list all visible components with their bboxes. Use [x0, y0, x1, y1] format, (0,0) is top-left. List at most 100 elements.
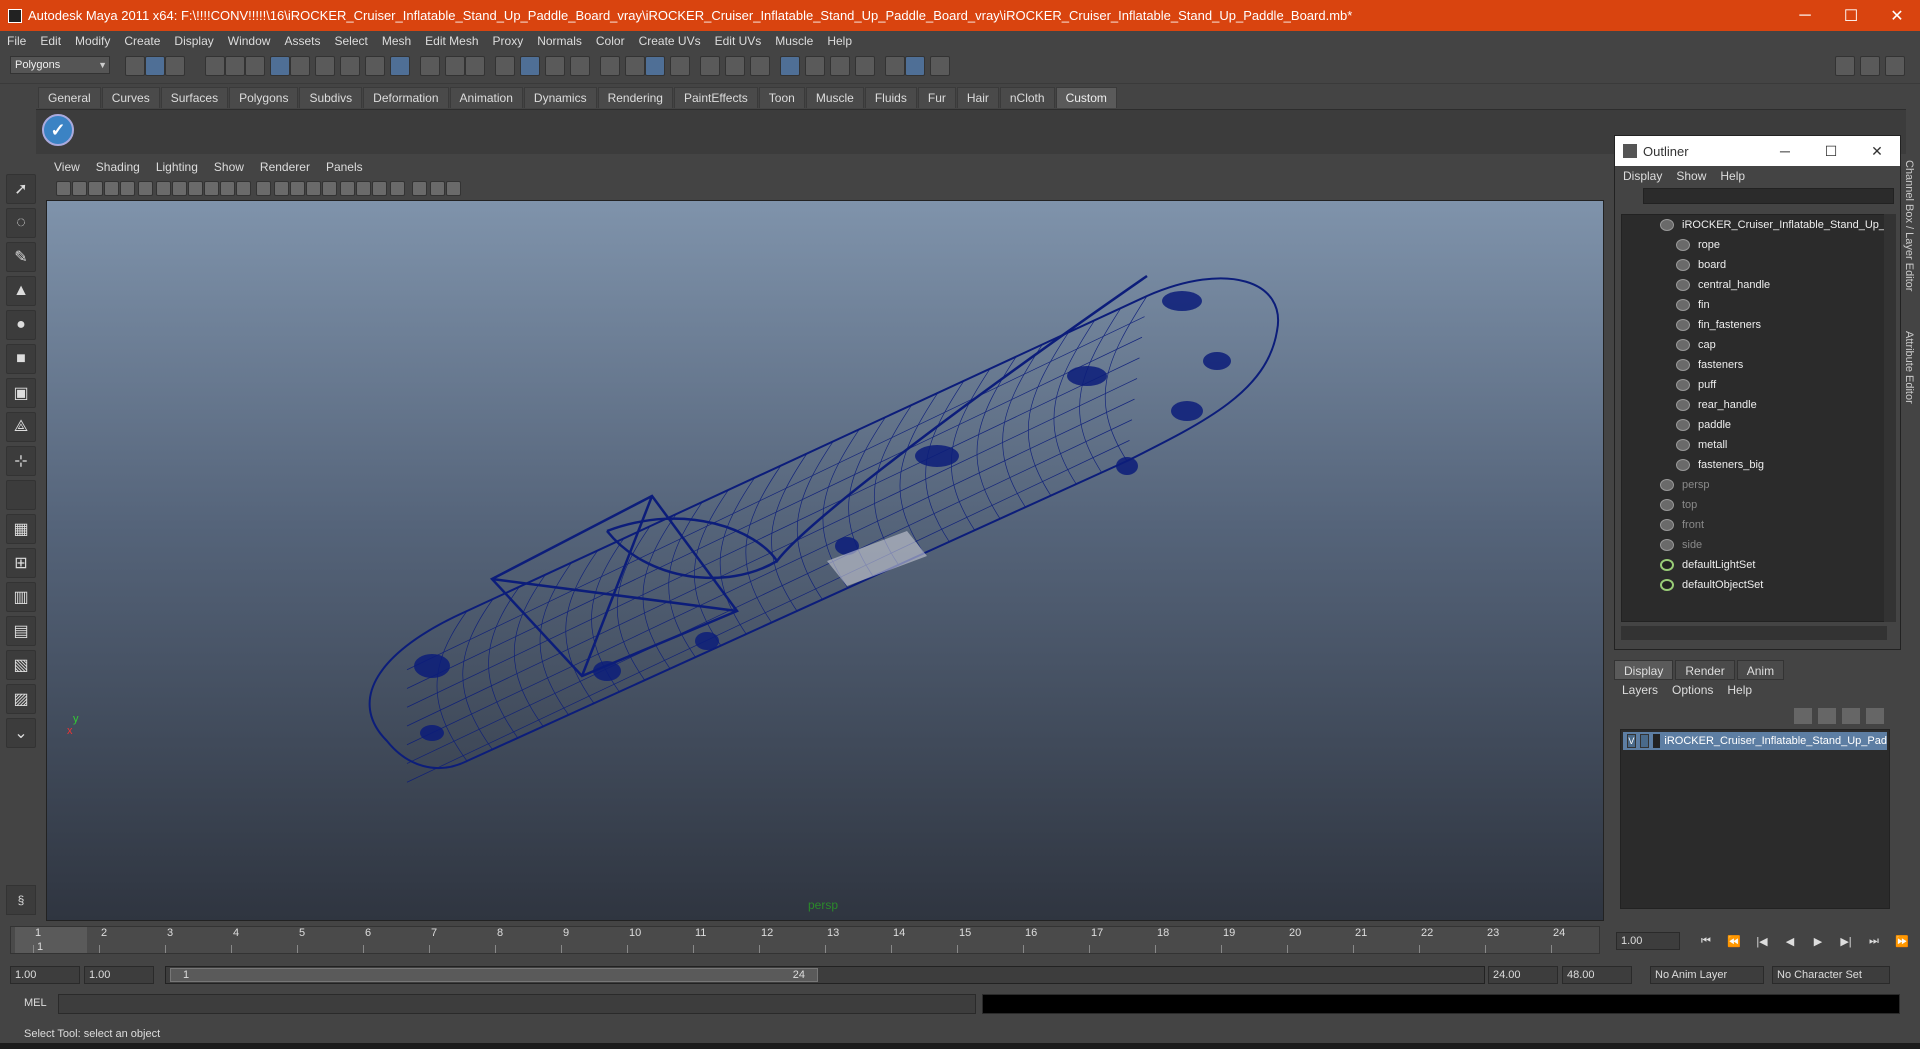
mel-label[interactable]: MEL: [24, 997, 47, 1009]
outliner-set-defaultlightset[interactable]: defaultLightSet: [1622, 555, 1886, 575]
status-line-tool-7-icon[interactable]: [270, 56, 290, 76]
go-to-end-button[interactable]: ⏩: [1892, 935, 1912, 951]
menu-normals[interactable]: Normals: [530, 34, 589, 48]
outliner-node-fasteners-big[interactable]: fasteners_big: [1622, 455, 1886, 475]
shelf-tab-subdivs[interactable]: Subdivs: [299, 87, 363, 108]
step-forward-key-button[interactable]: ⏭: [1864, 935, 1884, 951]
outliner-menu-show[interactable]: Show: [1676, 169, 1720, 183]
panel-menu-lighting[interactable]: Lighting: [148, 160, 206, 178]
outliner-vertical-scrollbar[interactable]: [1884, 214, 1896, 622]
panel-tool-3-icon[interactable]: [88, 181, 103, 196]
panel-tool-4-icon[interactable]: [104, 181, 119, 196]
outliner-search-input[interactable]: [1643, 188, 1894, 204]
panel-tool-7-icon[interactable]: [156, 181, 171, 196]
outliner-camera-persp[interactable]: persp: [1622, 475, 1886, 495]
status-line-tool-26-icon[interactable]: [750, 56, 770, 76]
show-manipulator-icon[interactable]: ⊹: [6, 446, 36, 476]
status-line-tool-27-icon[interactable]: [780, 56, 800, 76]
menu-edit[interactable]: Edit: [33, 34, 68, 48]
scale-tool-icon[interactable]: ■: [6, 344, 36, 374]
status-line-tool-29-icon[interactable]: [830, 56, 850, 76]
play-backwards-button[interactable]: ◀: [1780, 935, 1800, 951]
panel-tool-11-icon[interactable]: [220, 181, 235, 196]
move-tool-icon[interactable]: ▲: [6, 276, 36, 306]
outliner-node-puff[interactable]: puff: [1622, 375, 1886, 395]
persp-graph-layout-icon[interactable]: ▤: [6, 616, 36, 646]
status-line-tool-1-icon[interactable]: [125, 56, 145, 76]
status-line-tool-28-icon[interactable]: [805, 56, 825, 76]
perspective-viewport[interactable]: y x: [46, 200, 1604, 921]
outliner-maximize-button[interactable]: ☐: [1808, 143, 1854, 160]
panel-tool-12-icon[interactable]: [236, 181, 251, 196]
custom-shelf-check-button[interactable]: ✓: [42, 114, 74, 146]
status-line-tool-9-icon[interactable]: [315, 56, 335, 76]
outliner-node-rope[interactable]: rope: [1622, 235, 1886, 255]
shelf-tab-dynamics[interactable]: Dynamics: [523, 87, 597, 108]
status-line-tool-31-icon[interactable]: [885, 56, 905, 76]
shelf-tab-muscle[interactable]: Muscle: [805, 87, 864, 108]
single-perspective-layout-icon[interactable]: ▦: [6, 514, 36, 544]
outliner-node-rear-handle[interactable]: rear_handle: [1622, 395, 1886, 415]
status-line-tool-8-icon[interactable]: [290, 56, 310, 76]
outliner-camera-top[interactable]: top: [1622, 495, 1886, 515]
go-to-start-button[interactable]: ⏮: [1696, 935, 1716, 951]
menu-help[interactable]: Help: [820, 34, 859, 48]
channel-box-tab[interactable]: Channel Box / Layer Editor: [1903, 160, 1915, 291]
character-set-selector[interactable]: No Character Set: [1772, 966, 1890, 984]
status-line-tool-4-icon[interactable]: [205, 56, 225, 76]
shelf-tab-fluids[interactable]: Fluids: [864, 87, 917, 108]
panel-menu-renderer[interactable]: Renderer: [252, 160, 318, 178]
outliner-horizontal-scrollbar[interactable]: [1621, 626, 1887, 640]
status-line-tool-30-icon[interactable]: [855, 56, 875, 76]
shelf-tab-curves[interactable]: Curves: [101, 87, 160, 108]
new-layer-from-selected-icon[interactable]: [1866, 708, 1884, 724]
panel-menu-shading[interactable]: Shading: [88, 160, 148, 178]
panel-tool-21-icon[interactable]: [390, 181, 405, 196]
paint-select-tool-icon[interactable]: ✎: [6, 242, 36, 272]
outliner-menu-help[interactable]: Help: [1720, 169, 1759, 183]
shelf-tab-polygons[interactable]: Polygons: [229, 87, 299, 108]
panel-tool-10-icon[interactable]: [204, 181, 219, 196]
menu-color[interactable]: Color: [589, 34, 632, 48]
shelf-tab-deformation[interactable]: Deformation: [363, 87, 449, 108]
layout-options-icon[interactable]: ⌄: [6, 718, 36, 748]
outliner-node-cap[interactable]: cap: [1622, 335, 1886, 355]
panel-tool-17-icon[interactable]: [322, 181, 337, 196]
status-line-tool-22-icon[interactable]: [645, 56, 665, 76]
current-time-field[interactable]: 1.00: [1616, 932, 1680, 950]
panel-tool-22-icon[interactable]: [412, 181, 427, 196]
rotate-tool-icon[interactable]: ●: [6, 310, 36, 340]
display-layer-row[interactable]: V iROCKER_Cruiser_Inflatable_Stand_Up_Pa…: [1623, 732, 1887, 750]
playback-start-field[interactable]: 1.00: [84, 966, 154, 984]
layer-menu-options[interactable]: Options: [1672, 683, 1727, 697]
menu-select[interactable]: Select: [327, 34, 374, 48]
outliner-camera-front[interactable]: front: [1622, 515, 1886, 535]
soft-modification-icon[interactable]: ⟁: [6, 412, 36, 442]
menu-modify[interactable]: Modify: [68, 34, 117, 48]
range-slider[interactable]: 1 24: [170, 968, 818, 982]
script-editor-icon[interactable]: §: [6, 885, 36, 915]
status-line-tool-14-icon[interactable]: [445, 56, 465, 76]
status-line-tool-33-icon[interactable]: [930, 56, 950, 76]
new-layer-icon[interactable]: [1842, 708, 1860, 724]
status-line-tool-13-icon[interactable]: [420, 56, 440, 76]
panel-tool-23-icon[interactable]: [430, 181, 445, 196]
lasso-tool-icon[interactable]: ◌: [6, 208, 36, 238]
shelf-tab-toon[interactable]: Toon: [758, 87, 805, 108]
anim-layer-selector[interactable]: No Anim Layer: [1650, 966, 1764, 984]
outliner-minimize-button[interactable]: ─: [1762, 143, 1808, 159]
menu-edit-mesh[interactable]: Edit Mesh: [418, 34, 485, 48]
panel-tool-13-icon[interactable]: [256, 181, 271, 196]
layer-menu-help[interactable]: Help: [1727, 683, 1766, 697]
status-line-tool-20-icon[interactable]: [600, 56, 620, 76]
shelf-tab-fur[interactable]: Fur: [917, 87, 956, 108]
time-slider[interactable]: 1 1 2 3 4 5 6 7 8 9 10 11 12 13 14 15 16 17 18 19 20 21 22 23 2…: [10, 926, 1600, 954]
panel-tool-16-icon[interactable]: [306, 181, 321, 196]
status-line-tool-6-icon[interactable]: [245, 56, 265, 76]
status-line-tool-10-icon[interactable]: [340, 56, 360, 76]
status-line-tool-3-icon[interactable]: [165, 56, 185, 76]
persp-trax-layout-icon[interactable]: ▨: [6, 684, 36, 714]
menu-proxy[interactable]: Proxy: [486, 34, 531, 48]
layer-visibility-toggle[interactable]: V: [1627, 734, 1636, 748]
menu-display[interactable]: Display: [167, 34, 220, 48]
